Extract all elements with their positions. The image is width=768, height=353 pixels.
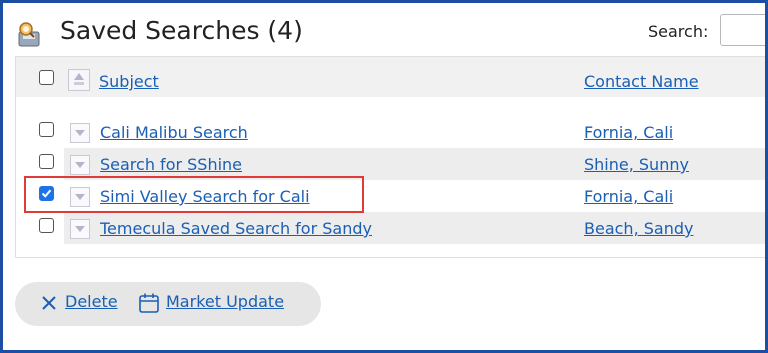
chevron-down-icon[interactable] xyxy=(70,155,90,175)
subject-link[interactable]: Cali Malibu Search xyxy=(100,123,248,142)
select-all-checkbox[interactable] xyxy=(39,70,54,85)
subject-link[interactable]: Temecula Saved Search for Sandy xyxy=(100,219,372,238)
row-checkbox[interactable] xyxy=(39,122,54,137)
column-header-contact-name[interactable]: Contact Name xyxy=(584,72,699,91)
market-update-button[interactable]: Market Update xyxy=(166,292,284,316)
contact-link[interactable]: Beach, Sandy xyxy=(584,219,693,238)
row-checkbox[interactable] xyxy=(39,154,54,169)
selection-highlight xyxy=(24,176,364,213)
delete-button[interactable]: Delete xyxy=(65,292,118,316)
close-icon xyxy=(42,296,56,310)
search-label: Search: xyxy=(648,22,709,41)
chevron-down-icon[interactable] xyxy=(70,123,90,143)
contact-link[interactable]: Fornia, Cali xyxy=(584,123,673,142)
table-row: Temecula Saved Search for Sandy Beach, S… xyxy=(16,212,765,244)
search-input[interactable] xyxy=(720,14,765,46)
header: Saved Searches (4) Search: xyxy=(3,3,765,59)
column-header-subject[interactable]: Subject xyxy=(99,72,159,91)
saved-searches-panel: Saved Searches (4) Search: Subject Conta… xyxy=(3,3,765,350)
table-row: Cali Malibu Search Fornia, Cali xyxy=(16,116,765,148)
contact-link[interactable]: Fornia, Cali xyxy=(584,187,673,206)
saved-searches-table: Subject Contact Name Cali Malibu Search … xyxy=(15,56,765,258)
contact-link[interactable]: Shine, Sunny xyxy=(584,155,689,174)
calendar-icon xyxy=(139,293,159,313)
action-bar: Delete Market Update xyxy=(15,282,321,326)
subject-link[interactable]: Search for SShine xyxy=(100,155,242,174)
chevron-down-icon[interactable] xyxy=(70,219,90,239)
saved-search-icon xyxy=(18,22,40,47)
sort-up-icon[interactable] xyxy=(68,69,90,91)
table-header: Subject Contact Name xyxy=(16,57,765,97)
row-checkbox[interactable] xyxy=(39,218,54,233)
page-title: Saved Searches (4) xyxy=(60,16,303,45)
